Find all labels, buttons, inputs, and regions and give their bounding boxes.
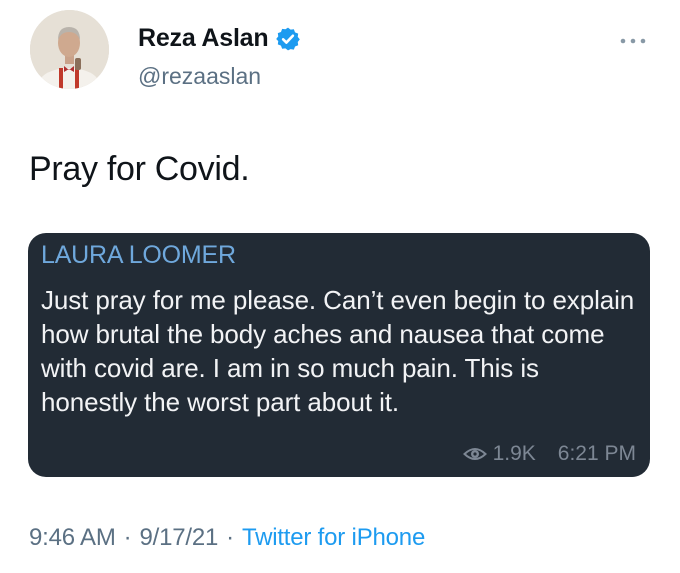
quoted-time: 6:21 PM: [557, 442, 636, 465]
avatar-image: [30, 10, 109, 89]
verified-badge-icon: [275, 26, 301, 52]
quoted-message-card: LAURA LOOMER Just pray for me please. Ca…: [28, 233, 650, 477]
source-link[interactable]: Twitter for iPhone: [242, 524, 425, 552]
display-name[interactable]: Reza Aslan: [138, 24, 269, 53]
tweet-date[interactable]: 9/17/21: [139, 524, 218, 552]
eye-icon: [462, 445, 487, 463]
separator: ·: [226, 524, 234, 551]
quoted-author: LAURA LOOMER: [41, 241, 236, 269]
quoted-views: 1.9K: [492, 442, 536, 465]
tweet-time[interactable]: 9:46 AM: [29, 524, 116, 552]
handle[interactable]: @rezaaslan: [138, 63, 261, 90]
avatar[interactable]: [30, 10, 109, 89]
quoted-body: Just pray for me please. Can’t even begi…: [41, 285, 635, 417]
author-name-row: Reza Aslan: [138, 24, 301, 53]
separator: ·: [123, 524, 132, 551]
tweet-footer: 9:46 AM · 9/17/21 · Twitter for iPhone: [29, 524, 425, 552]
quoted-meta: 1.9K 6:21 PM: [462, 442, 636, 466]
tweet-text: Pray for Covid.: [29, 150, 250, 188]
more-options-icon[interactable]: [616, 34, 650, 46]
